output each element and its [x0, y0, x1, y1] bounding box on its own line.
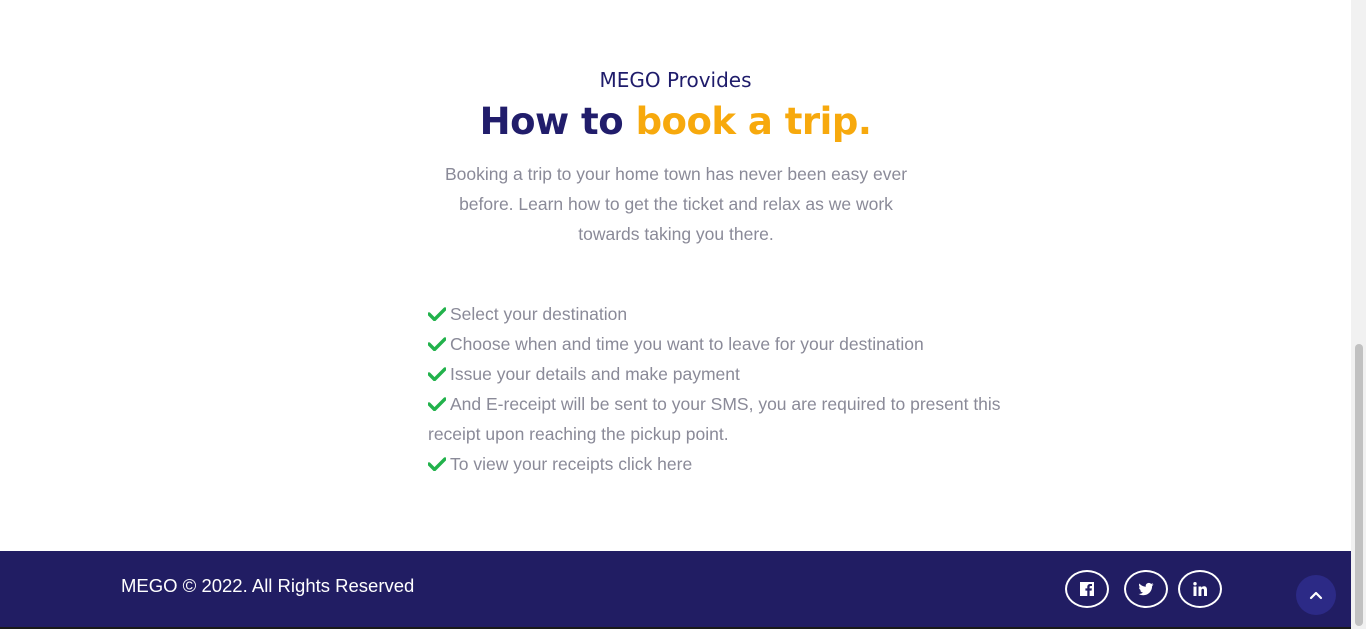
- how-to-book-section: MEGO Provides How to book a trip. Bookin…: [0, 0, 1351, 551]
- check-icon: [428, 367, 446, 381]
- copyright-text: MEGO © 2022. All Rights Reserved: [121, 575, 415, 596]
- page: MEGO Provides How to book a trip. Bookin…: [0, 0, 1351, 629]
- step-item: Issue your details and make payment: [428, 359, 1028, 389]
- step-text: Choose when and time you want to leave f…: [450, 334, 924, 354]
- linkedin-link[interactable]: [1178, 570, 1222, 608]
- facebook-link[interactable]: [1065, 570, 1109, 608]
- heading-part-2: book a trip.: [635, 100, 872, 143]
- step-text: And E-receipt will be sent to your SMS, …: [428, 394, 1001, 444]
- twitter-icon: [1138, 582, 1154, 596]
- back-to-top-button[interactable]: [1296, 575, 1336, 615]
- check-icon: [428, 457, 446, 471]
- chevron-up-icon: [1309, 591, 1323, 600]
- section-lead: Booking a trip to your home town has nev…: [444, 164, 908, 244]
- section-heading: How to book a trip.: [0, 100, 1351, 143]
- facebook-icon: [1080, 582, 1094, 596]
- linkedin-icon: [1193, 582, 1207, 596]
- twitter-link[interactable]: [1124, 570, 1168, 608]
- step-item: And E-receipt will be sent to your SMS, …: [428, 389, 1028, 449]
- section-eyebrow: MEGO Provides: [599, 68, 752, 92]
- view-receipts-link[interactable]: To view your receipts click here: [450, 454, 692, 474]
- step-item: Select your destination: [428, 299, 1028, 329]
- step-text: Issue your details and make payment: [450, 364, 740, 384]
- step-text: Select your destination: [450, 304, 628, 324]
- step-item[interactable]: To view your receipts click here: [428, 449, 1028, 479]
- vertical-scrollbar[interactable]: [1351, 0, 1366, 629]
- scrollbar-thumb[interactable]: [1355, 344, 1363, 626]
- steps-list: Select your destination Choose when and …: [428, 299, 1028, 479]
- step-item: Choose when and time you want to leave f…: [428, 329, 1028, 359]
- check-icon: [428, 337, 446, 351]
- footer: MEGO © 2022. All Rights Reserved: [0, 551, 1351, 627]
- check-icon: [428, 307, 446, 321]
- heading-part-1: How to: [479, 100, 624, 143]
- check-icon: [428, 397, 446, 411]
